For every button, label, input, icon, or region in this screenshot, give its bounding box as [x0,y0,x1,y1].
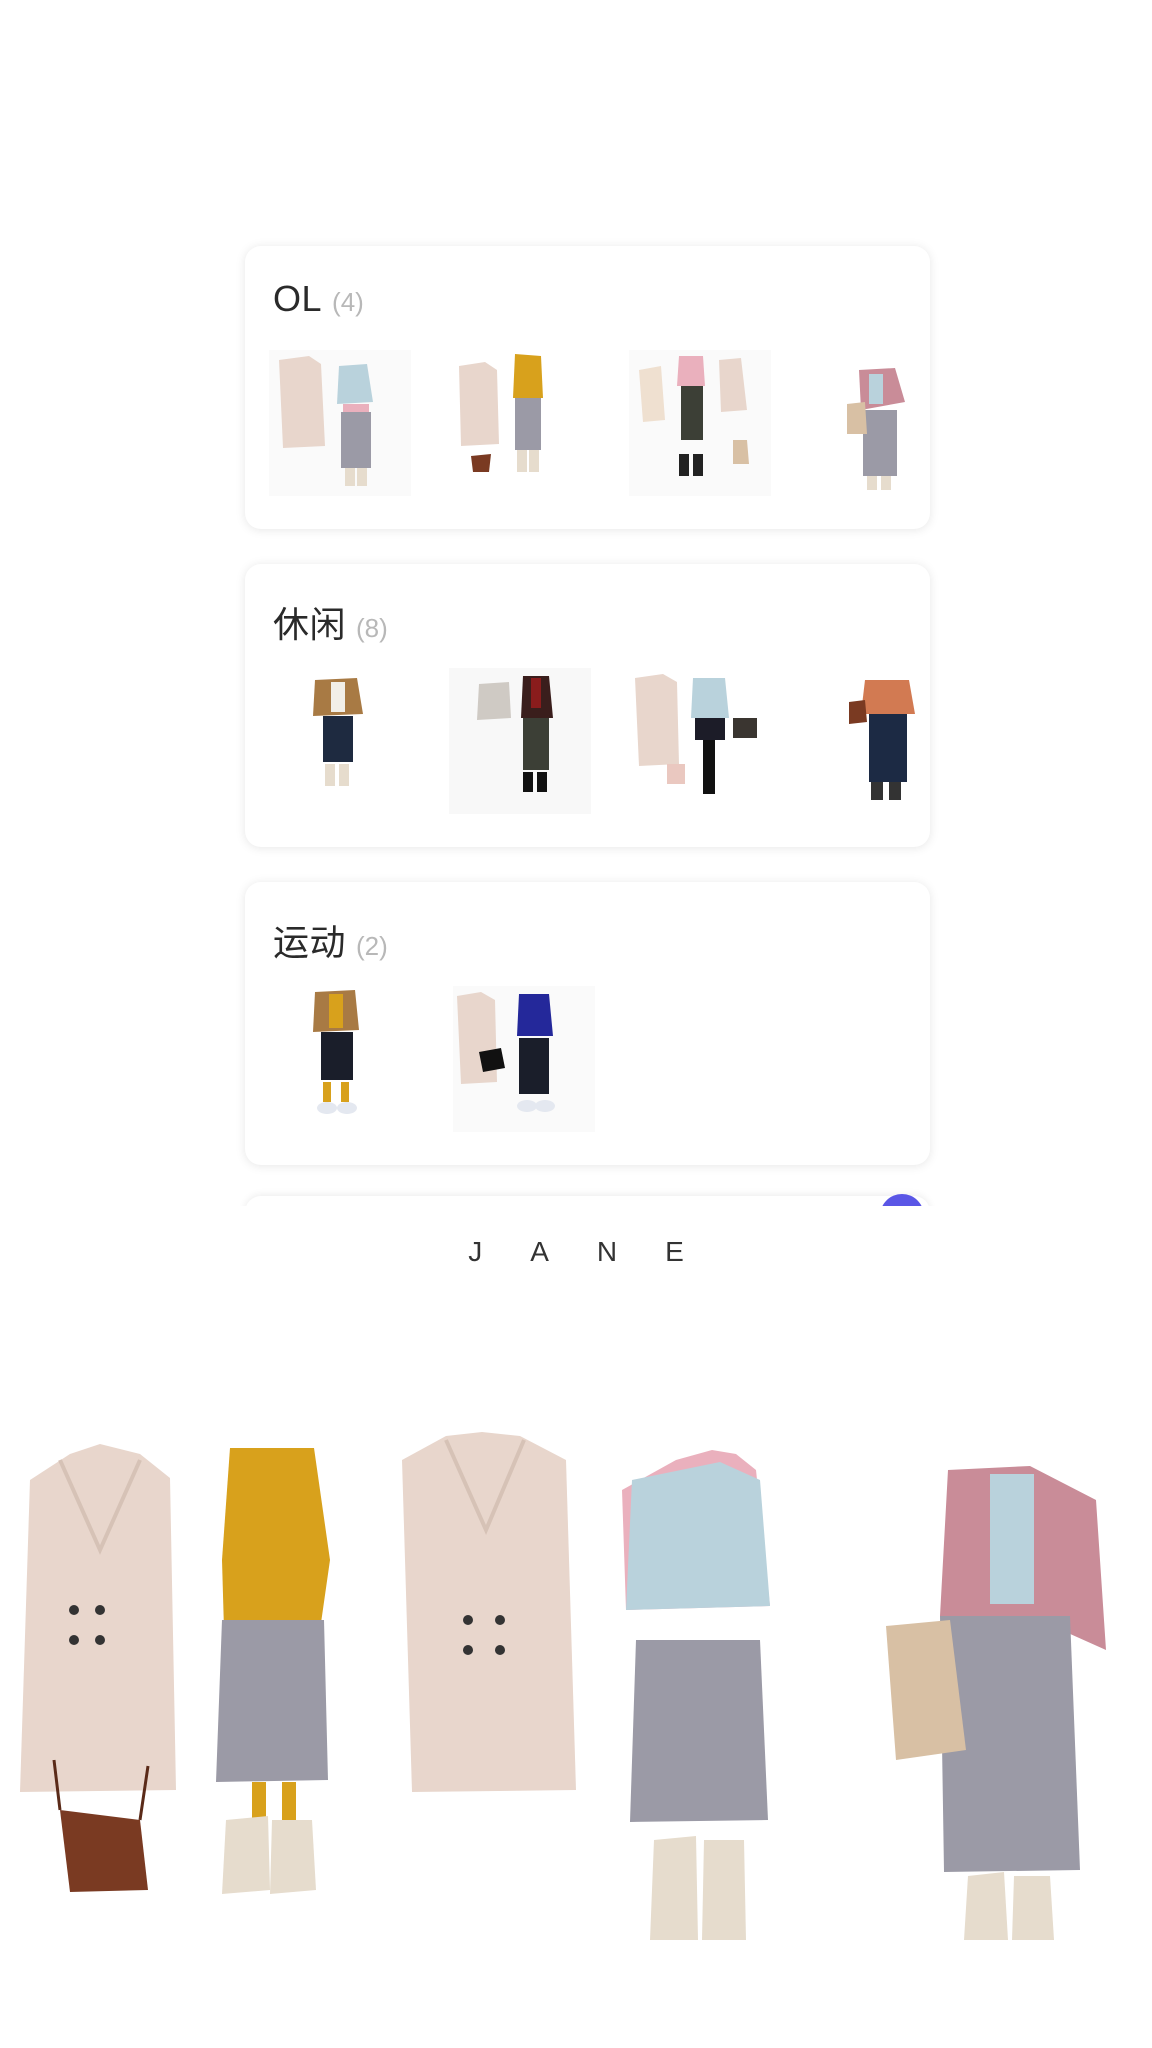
outfit-thumbnail[interactable] [449,668,591,814]
category-name: 休闲 [273,604,347,645]
category-name: OL [273,278,323,319]
outfit-thumbnail[interactable] [269,350,411,496]
category-list: OL (4) 休闲 (8) 运动 (2) [245,246,930,1200]
outfit-page: OL (4) 休闲 (8) 运动 (2) JANE [0,0,1152,2048]
category-count: (4) [332,287,364,317]
hero-outfit-image [0,1420,1152,1940]
category-card-ol[interactable]: OL (4) [245,246,930,529]
outfit-thumbnail[interactable] [629,668,771,814]
outfit-thumbnail[interactable] [629,350,771,496]
category-card-casual[interactable]: 休闲 (8) [245,564,930,847]
outfit-thumbnail[interactable] [451,350,593,496]
outfit-thumbnail[interactable] [809,668,951,814]
outfit-thumbnails [269,986,916,1136]
category-card-sport[interactable]: 运动 (2) [245,882,930,1165]
outfit-thumbnail[interactable] [269,668,411,814]
outfit-thumbnail[interactable] [809,350,951,496]
outfit-thumbnail[interactable] [453,986,595,1132]
category-count: (2) [356,931,388,961]
outfit-thumbnail[interactable] [269,986,411,1132]
category-name: 运动 [273,922,347,963]
brand-title: JANE [468,1236,732,1267]
category-count: (8) [356,613,388,643]
card-title: 休闲 (8) [273,596,388,648]
card-title: OL (4) [273,278,364,320]
outfit-thumbnails [269,668,916,818]
card-title: 运动 (2) [273,914,388,966]
outfit-thumbnails [269,350,916,500]
